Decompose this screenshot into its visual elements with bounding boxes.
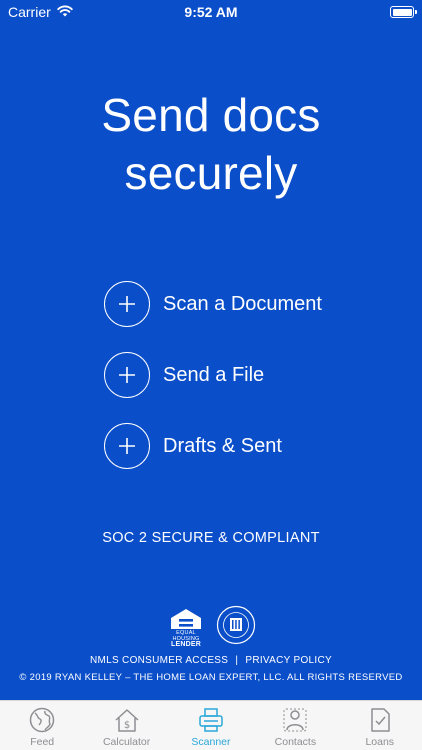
- scan-document-button[interactable]: Scan a Document: [104, 281, 322, 327]
- tab-feed[interactable]: Feed: [0, 701, 84, 748]
- tab-scanner[interactable]: Scanner: [169, 701, 253, 748]
- tab-contacts-label: Contacts: [274, 736, 317, 748]
- send-file-button[interactable]: Send a File: [104, 352, 264, 398]
- tab-loans-label: Loans: [365, 736, 395, 748]
- compliance-badges: EQUAL HOUSING LENDER: [0, 605, 422, 650]
- status-time: 9:52 AM: [184, 4, 238, 20]
- house-dollar-icon: $: [115, 709, 139, 732]
- security-note: SOC 2 SECURE & COMPLIANT: [102, 530, 320, 546]
- hud-seal-icon: [216, 605, 256, 650]
- nmls-consumer-access-link[interactable]: NMLS CONSUMER ACCESS: [90, 655, 228, 666]
- title-line-1: Send docs: [101, 89, 321, 141]
- plus-icon: [104, 352, 150, 398]
- plus-icon: [104, 281, 150, 327]
- page-title: Send docs securely: [0, 86, 422, 202]
- tab-feed-label: Feed: [30, 736, 55, 748]
- privacy-policy-link[interactable]: PRIVACY POLICY: [245, 655, 332, 666]
- globe-icon: [29, 707, 55, 733]
- drafts-sent-button[interactable]: Drafts & Sent: [104, 423, 282, 469]
- plus-icon: [104, 423, 150, 469]
- equal-housing-lender-logo: EQUAL HOUSING LENDER: [166, 608, 206, 648]
- tab-scanner-label: Scanner: [191, 736, 231, 748]
- copyright-text: © 2019 RYAN KELLEY – THE HOME LOAN EXPER…: [19, 672, 403, 683]
- status-bar: Carrier 9:52 AM: [0, 0, 422, 24]
- document-check-icon: [371, 708, 390, 732]
- tab-bar: Feed $ Calculator Scanner Contacts Loans: [0, 700, 422, 750]
- status-right: [390, 6, 417, 18]
- tab-contacts[interactable]: Contacts: [253, 701, 337, 748]
- ehl-line-2: LENDER: [171, 640, 201, 648]
- svg-text:$: $: [123, 720, 129, 731]
- contact-card-icon: [283, 708, 307, 732]
- title-line-2: securely: [124, 147, 298, 199]
- drafts-sent-label: Drafts & Sent: [163, 434, 282, 457]
- footer-links: NMLS CONSUMER ACCESS | PRIVACY POLICY: [0, 655, 422, 666]
- tab-calculator[interactable]: $ Calculator: [85, 701, 169, 748]
- scan-document-label: Scan a Document: [163, 292, 322, 315]
- link-separator: |: [235, 655, 239, 666]
- tab-loans[interactable]: Loans: [338, 701, 422, 748]
- scanner-icon: [199, 708, 223, 732]
- tab-calculator-label: Calculator: [102, 736, 151, 748]
- battery-icon: [390, 6, 417, 18]
- house-icon: [171, 608, 201, 629]
- send-file-label: Send a File: [163, 363, 265, 386]
- ehl-line-1: EQUAL HOUSING: [172, 629, 200, 642]
